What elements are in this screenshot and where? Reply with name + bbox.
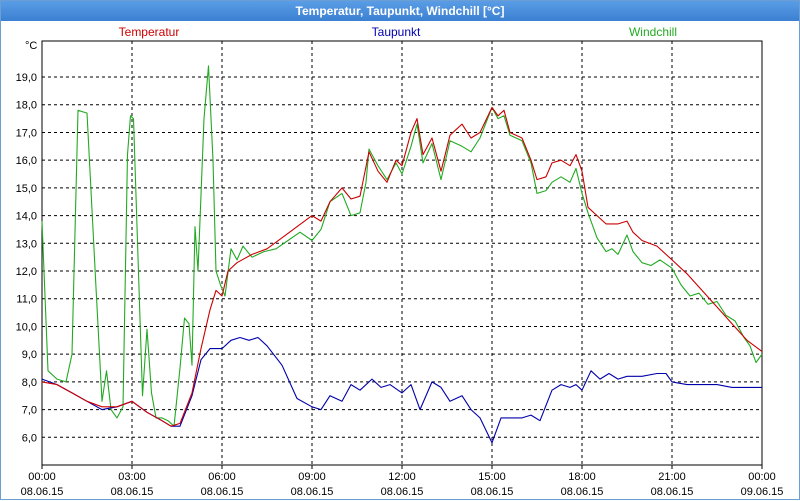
x-tick-time-label: 00:00 xyxy=(28,471,56,483)
y-tick-label: 11,0 xyxy=(16,294,37,306)
x-tick-time-label: 06:00 xyxy=(208,471,236,483)
y-tick-label: 6,0 xyxy=(22,432,37,444)
y-tick-label: 19,0 xyxy=(16,72,37,84)
legend-windchill: Windchill xyxy=(629,25,677,39)
x-axis-ticks: 00:00 08.06.15 03:00 08.06.15 06:00 08.06.15 0… xyxy=(21,465,784,498)
y-axis-ticks: 6,0 7,0 8,0 9,0 10,0 11,0 12,0 13,0 14,0 15,0 16,0… xyxy=(16,72,37,444)
y-tick-label: 15,0 xyxy=(16,183,37,195)
y-tick-label: 17,0 xyxy=(16,127,37,139)
x-tick-date-label: 08.06.15 xyxy=(201,486,244,498)
y-tick-label: 16,0 xyxy=(16,155,37,167)
x-tick-time-label: 18:00 xyxy=(568,471,596,483)
x-tick-time-label: 21:00 xyxy=(658,471,686,483)
x-tick-date-label: 08.06.15 xyxy=(111,486,154,498)
y-tick-label: 12,0 xyxy=(16,266,37,278)
y-tick-label: 14,0 xyxy=(16,211,37,223)
x-tick-date-label: 08.06.15 xyxy=(471,486,514,498)
y-tick-label: 9,0 xyxy=(22,349,37,361)
y-tick-label: 10,0 xyxy=(16,321,37,333)
x-tick-date-label: 08.06.15 xyxy=(651,486,694,498)
x-tick-date-label: 08.06.15 xyxy=(21,486,64,498)
x-tick-time-label: 09:00 xyxy=(298,471,326,483)
x-tick-time-label: 15:00 xyxy=(478,471,506,483)
x-tick-date-label: 08.06.15 xyxy=(291,486,334,498)
y-tick-label: 8,0 xyxy=(22,377,37,389)
y-tick-label: 13,0 xyxy=(16,238,37,250)
x-tick-time-label: 12:00 xyxy=(388,471,416,483)
x-tick-date-label: 08.06.15 xyxy=(381,486,424,498)
legend-temperatur: Temperatur xyxy=(119,25,180,39)
x-tick-date-label: 08.06.15 xyxy=(561,486,604,498)
legend: Temperatur Taupunkt Windchill xyxy=(119,25,677,39)
y-axis-unit-label: °C xyxy=(25,40,37,52)
grid xyxy=(42,41,762,465)
x-tick-date-label: 09.06.15 xyxy=(741,486,784,498)
y-tick-label: 18,0 xyxy=(16,100,37,112)
chart-window: Temperatur, Taupunkt, Windchill [°C] °C … xyxy=(0,0,800,500)
line-chart: °C 6,0 7,0 8,0 9,0 10,0 11,0 12,0 13,0 14,0 15,0 1… xyxy=(16,25,784,498)
x-tick-time-label: 03:00 xyxy=(118,471,146,483)
x-tick-time-label: 00:00 xyxy=(748,471,776,483)
legend-taupunkt: Taupunkt xyxy=(372,25,421,39)
y-tick-label: 7,0 xyxy=(22,405,37,417)
series-lines xyxy=(41,65,763,444)
